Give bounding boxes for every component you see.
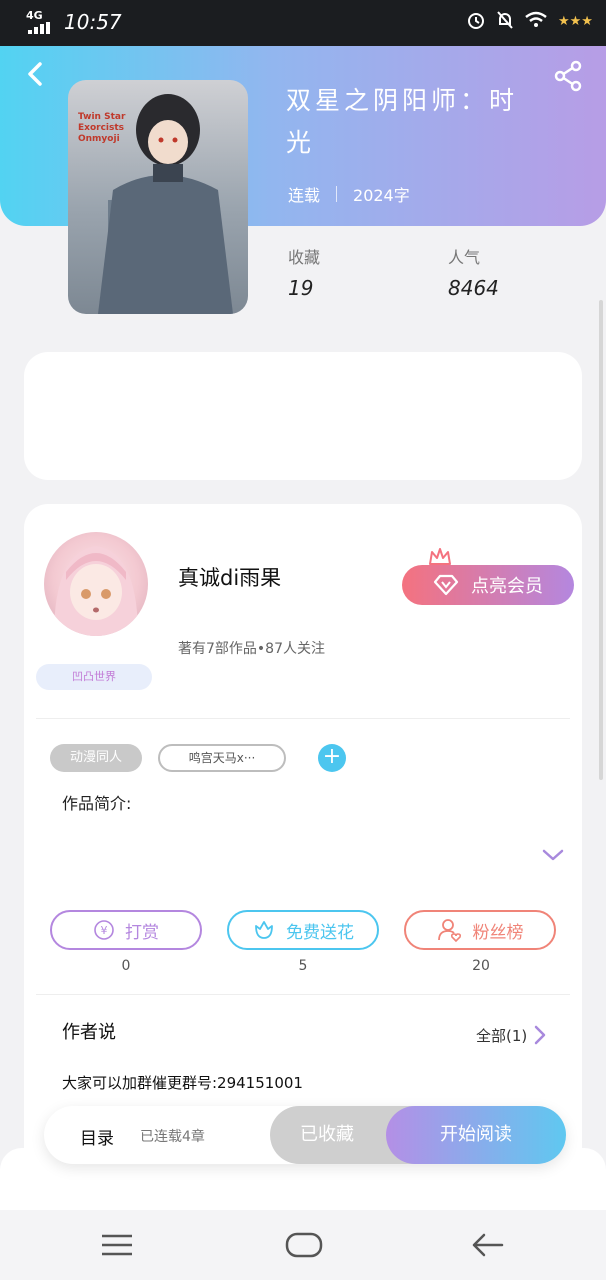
popularity-value: 8464 bbox=[448, 276, 499, 300]
yen-icon: ¥ bbox=[94, 920, 114, 940]
share-icon[interactable] bbox=[552, 60, 584, 92]
chevron-right-icon bbox=[535, 1025, 546, 1045]
signal-icon bbox=[28, 22, 50, 34]
status-bar: 4G 10:57 ★★★ bbox=[0, 0, 606, 46]
book-status: 连载 bbox=[288, 186, 321, 205]
vip-button-label: 点亮会员 bbox=[471, 576, 543, 597]
flower-count: 5 bbox=[298, 958, 308, 974]
popularity-label: 人气 bbox=[448, 248, 481, 267]
start-reading-button[interactable]: 开始阅读 bbox=[386, 1106, 566, 1164]
author-says-text: 大家可以加群催更群号:294151001 bbox=[62, 1074, 303, 1092]
tip-label: 打赏 bbox=[125, 922, 159, 943]
vip-button[interactable]: 点亮会员 bbox=[402, 565, 574, 605]
book-meta: 连载 2024字 bbox=[288, 182, 410, 206]
fans-rank-button[interactable]: 粉丝榜 bbox=[404, 910, 556, 950]
word-count: 2024字 bbox=[353, 186, 410, 205]
custom-tag[interactable]: 鸣宫天马x··· bbox=[158, 744, 286, 772]
send-flower-button[interactable]: 免费送花 bbox=[227, 910, 379, 950]
chevron-down-icon[interactable] bbox=[540, 846, 566, 864]
author-badge: 凹凸世界 bbox=[36, 664, 152, 690]
mute-bell-icon bbox=[497, 11, 513, 29]
back-arrow-icon[interactable] bbox=[20, 58, 52, 90]
avatar-illustration bbox=[54, 546, 138, 636]
scrollbar[interactable] bbox=[599, 300, 603, 780]
author-summary: 著有7部作品•87人关注 bbox=[178, 641, 325, 657]
meta-separator bbox=[336, 186, 338, 202]
toc-button[interactable]: 目录 bbox=[80, 1124, 114, 1149]
author-avatar[interactable] bbox=[44, 532, 148, 636]
battery-icon: ★★★ bbox=[558, 14, 592, 27]
author-says-all-label: 全部(1) bbox=[476, 1026, 528, 1045]
svg-text:★★★: ★★★ bbox=[558, 14, 592, 27]
favorites-label: 收藏 bbox=[288, 248, 321, 267]
crown-icon bbox=[429, 548, 451, 565]
book-cover[interactable]: Twin Star Exorcists Onmyoji bbox=[68, 80, 248, 314]
author-name[interactable]: 真诚di雨果 bbox=[178, 562, 281, 592]
flower-icon bbox=[255, 921, 273, 939]
cover-title-text: Twin Star Exorcists Onmyoji bbox=[78, 112, 126, 144]
divider bbox=[36, 994, 570, 995]
svg-text:¥: ¥ bbox=[101, 924, 108, 937]
intro-label: 作品简介: bbox=[62, 794, 132, 813]
network-type: 4G bbox=[26, 9, 43, 22]
diamond-icon bbox=[433, 574, 459, 596]
tip-button[interactable]: ¥ 打赏 bbox=[50, 910, 202, 950]
add-tag-button[interactable]: + bbox=[318, 744, 346, 772]
back-icon[interactable] bbox=[470, 1230, 506, 1260]
tip-count: 0 bbox=[121, 958, 131, 974]
favorites-value: 19 bbox=[288, 276, 314, 300]
blank-card bbox=[24, 352, 582, 480]
alarm-icon bbox=[468, 13, 484, 29]
clock: 10:57 bbox=[64, 10, 122, 34]
fans-icon bbox=[437, 919, 461, 943]
fans-count: 20 bbox=[472, 958, 490, 974]
system-nav-bar bbox=[0, 1210, 606, 1280]
send-flower-label: 免费送花 bbox=[286, 922, 354, 943]
category-tag[interactable]: 动漫同人 bbox=[50, 744, 142, 772]
divider bbox=[36, 718, 570, 719]
fans-rank-label: 粉丝榜 bbox=[472, 922, 524, 943]
book-title: 双星之阴阳师：时光 bbox=[286, 86, 519, 157]
menu-icon[interactable] bbox=[100, 1230, 136, 1260]
wifi-icon bbox=[525, 11, 547, 27]
home-icon[interactable] bbox=[284, 1230, 324, 1260]
author-says-all-link[interactable]: 全部(1) bbox=[476, 1024, 547, 1046]
toc-status: 已连载4章 bbox=[140, 1129, 205, 1145]
author-says-title: 作者说 bbox=[62, 1022, 116, 1043]
